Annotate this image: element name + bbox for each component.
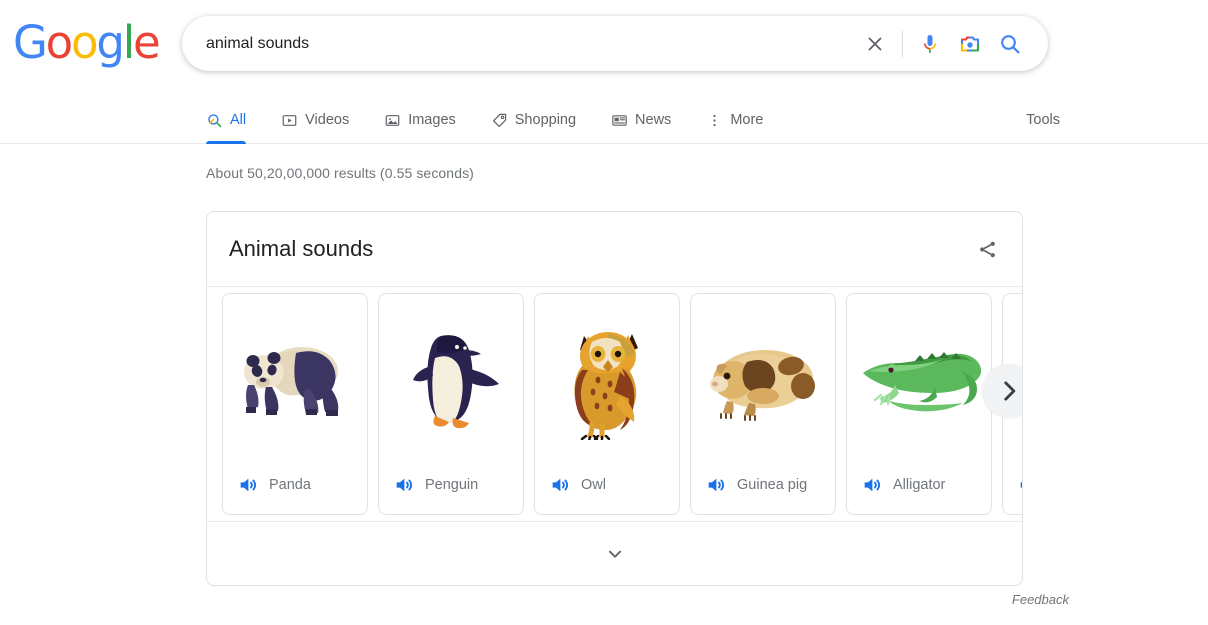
tab-label: Videos	[305, 111, 350, 128]
search-submit-button[interactable]	[990, 24, 1030, 64]
search-input[interactable]: animal sounds	[182, 32, 855, 56]
search-query-text: animal sounds	[206, 34, 310, 52]
tab-shopping[interactable]: Shopping	[491, 96, 589, 144]
tab-images[interactable]: Images	[384, 96, 469, 144]
google-lens-camera-icon[interactable]	[950, 24, 990, 64]
search-bar-divider	[902, 30, 903, 57]
tab-label: More	[730, 111, 764, 128]
tab-label: News	[635, 111, 672, 128]
google-logo-letter: o	[71, 16, 99, 69]
knowledge-card-header: Animal sounds	[207, 212, 1022, 287]
tab-more[interactable]: More	[706, 96, 776, 144]
result-stats: About 50,20,00,000 results (0.55 seconds…	[206, 165, 474, 181]
animal-card-footer[interactable]: Owl	[535, 466, 679, 514]
tab-videos[interactable]: Videos	[281, 96, 362, 144]
image-icon	[384, 112, 401, 129]
animal-card-footer[interactable]: Penguin	[379, 466, 523, 514]
speaker-volume-icon[interactable]	[861, 474, 883, 496]
clear-search-button[interactable]	[855, 24, 895, 64]
animal-sounds-knowledge-card: Animal sounds Panda Penguin Owl Guinea p…	[206, 211, 1023, 586]
google-logo-letter: l	[122, 16, 136, 69]
animal-card-list: Panda Penguin Owl Guinea pig Alligator	[207, 293, 1022, 515]
animal-card-alligator[interactable]: Alligator	[846, 293, 992, 515]
knowledge-card-title: Animal sounds	[229, 236, 374, 261]
expand-knowledge-card-button[interactable]	[207, 521, 1022, 585]
google-logo-letter: o	[45, 16, 74, 69]
share-icon[interactable]	[970, 232, 1004, 266]
animal-carousel: Panda Penguin Owl Guinea pig Alligator	[207, 287, 1022, 521]
tab-label: Images	[408, 111, 456, 128]
speaker-volume-icon[interactable]	[549, 474, 571, 496]
animal-card-label: Alligator	[893, 477, 946, 493]
header: Google animal sounds	[0, 0, 1208, 96]
animal-card-panda[interactable]: Panda	[222, 293, 368, 515]
newspaper-icon	[611, 112, 628, 129]
google-logo-letter: G	[13, 16, 48, 69]
owl-illustration	[535, 294, 679, 466]
tab-all[interactable]: All	[206, 96, 259, 144]
animal-card-penguin[interactable]: Penguin	[378, 293, 524, 515]
alligator-illustration	[847, 294, 991, 466]
google-logo-letter: g	[96, 16, 125, 69]
animal-card-footer[interactable]: Guinea pig	[691, 466, 835, 514]
speaker-volume-icon[interactable]	[237, 474, 259, 496]
animal-card-guinea-pig[interactable]: Guinea pig	[690, 293, 836, 515]
animal-card-label: Guinea pig	[737, 477, 808, 493]
google-logo-letter: e	[133, 16, 161, 69]
more-vertical-icon	[706, 112, 723, 129]
search-tabs: All Videos Images Shopping News More	[206, 96, 798, 144]
animal-card-footer[interactable]: Panda	[223, 466, 367, 514]
panda-illustration	[223, 294, 367, 466]
tools-button[interactable]: Tools	[1026, 96, 1060, 144]
penguin-illustration	[379, 294, 523, 466]
animal-card-owl[interactable]: Owl	[534, 293, 680, 515]
guinea-pig-illustration	[691, 294, 835, 466]
speaker-volume-icon[interactable]	[393, 474, 415, 496]
tab-label: All	[230, 111, 247, 128]
animal-card-label: Penguin	[425, 477, 479, 493]
search-bar-icons	[855, 24, 1048, 64]
speaker-volume-icon[interactable]	[705, 474, 727, 496]
animal-card-label: Owl	[581, 477, 606, 493]
tab-label: Shopping	[514, 111, 577, 128]
search-bar[interactable]: animal sounds	[182, 16, 1048, 71]
speaker-volume-icon[interactable]	[1017, 474, 1022, 496]
search-nav-bar: All Videos Images Shopping News More Too…	[0, 96, 1208, 144]
animal-card-label: Panda	[269, 477, 311, 493]
google-logo[interactable]: Google	[13, 16, 161, 69]
google-search-results-page: Google animal sounds All Videos Images S…	[0, 0, 1208, 625]
animal-card-footer[interactable]	[1003, 466, 1022, 514]
microphone-icon[interactable]	[910, 24, 950, 64]
video-play-icon	[281, 112, 298, 129]
price-tag-icon	[491, 112, 508, 129]
tab-news[interactable]: News	[611, 96, 684, 144]
feedback-link[interactable]: Feedback	[1012, 592, 1069, 607]
animal-card-footer[interactable]: Alligator	[847, 466, 991, 514]
search-icon	[206, 112, 223, 129]
